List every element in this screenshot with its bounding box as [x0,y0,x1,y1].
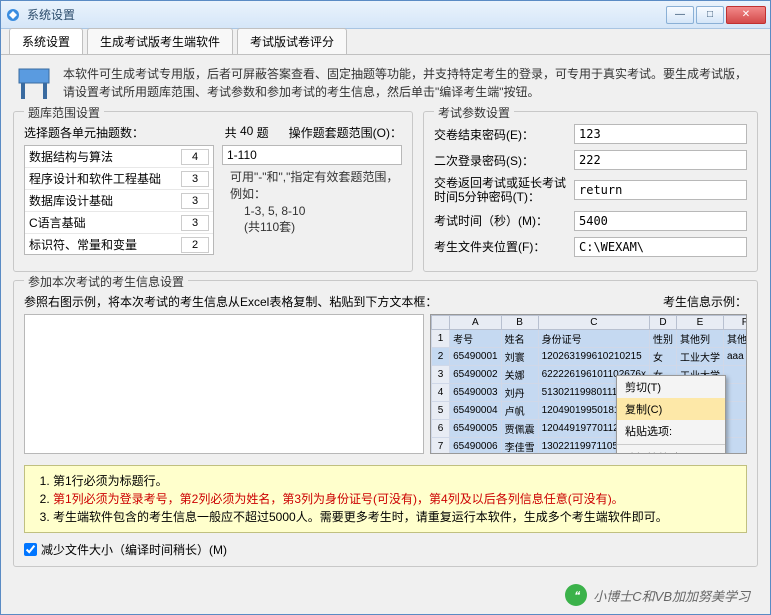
intro-block: 本软件可生成考试专用版，后者可屏蔽答案查看、固定抽题等功能，并支持特定考生的登录… [13,65,758,103]
select-count-label: 选择题各单元抽题数： [24,124,225,141]
tab-exam-scoring[interactable]: 考试版试卷评分 [237,28,347,54]
folder-label: 考生文件夹位置(F)： [434,238,574,255]
folder-input[interactable] [574,237,747,257]
list-item[interactable]: 数据库设计基础 [25,190,213,212]
end-pwd-input[interactable] [574,124,747,144]
close-button[interactable]: ✕ [726,6,766,24]
tab-generate-exam[interactable]: 生成考试版考生端软件 [87,28,233,54]
question-pool-fieldset: 题库范围设置 选择题各单元抽题数： 共 40 题 操作题套题范围(O)： 数据结… [13,111,413,272]
exam-params-fieldset: 考试参数设置 交卷结束密码(E)： 二次登录密码(S)： 交卷返回考试或延长考试… [423,111,758,272]
context-menu[interactable]: 剪切(T) 复制(C) 粘贴选项: 选择性粘贴(S)... 插入(I)... [616,375,726,454]
excel-example: ABCDEFG 1考号姓名身份证号性别其他列其他列2 265490001刘寰12… [430,314,747,454]
unit-count-input[interactable] [181,149,209,165]
titlebar: 系统设置 — □ ✕ [1,1,770,29]
op-range-label: 操作题套题范围(O)： [289,124,402,141]
end-pwd-label: 交卷结束密码(E)： [434,126,574,143]
extend-pwd-label: 交卷返回考试或延长考试时间5分钟密码(T)： [434,176,574,205]
relogin-pwd-label: 二次登录密码(S)： [434,152,574,169]
wechat-icon: ❝ [565,584,587,606]
op-range-input[interactable] [222,145,402,165]
tab-bar: 系统设置 生成考试版考生端软件 考试版试卷评分 [1,29,770,55]
minimize-button[interactable]: — [666,6,694,24]
list-item[interactable]: C语言基础 [25,212,213,234]
op-hint: 可用"-"和","指定有效套题范围，例如： 1-3, 5, 8-10 (共110… [222,169,402,236]
menu-cut[interactable]: 剪切(T) [617,376,725,398]
maximize-button[interactable]: □ [696,6,724,24]
params-legend: 考试参数设置 [434,104,514,121]
unit-count-input[interactable] [181,237,209,253]
menu-paste-special[interactable]: 选择性粘贴(S)... [617,447,725,454]
unit-count-input[interactable] [181,215,209,231]
window-title: 系统设置 [27,6,664,23]
tab-system-settings[interactable]: 系统设置 [9,28,83,54]
list-item[interactable]: 程序设计和软件工程基础 [25,168,213,190]
total-count: 40 [240,124,253,141]
app-icon [5,7,21,23]
list-item[interactable]: 数据结构与算法 [25,146,213,168]
cand-legend: 参加本次考试的考生信息设置 [24,273,188,290]
intro-text: 本软件可生成考试专用版，后者可屏蔽答案查看、固定抽题等功能，并支持特定考生的登录… [63,65,758,101]
menu-paste-options[interactable]: 粘贴选项: [617,420,725,442]
list-item[interactable]: 标识符、常量和变量 [25,234,213,255]
reduce-size-label: 减少文件大小（编译时间稍长）(M) [41,541,227,558]
unit-list[interactable]: 数据结构与算法 程序设计和软件工程基础 数据库设计基础 C语言基础 标识符、常量… [24,145,214,255]
pool-legend: 题库范围设置 [24,104,104,121]
candidate-fieldset: 参加本次考试的考生信息设置 参照右图示例，将本次考试的考生信息从Excel表格复… [13,280,758,567]
candidate-textarea[interactable] [24,314,424,454]
exam-time-input[interactable] [574,211,747,231]
unit-count-input[interactable] [181,193,209,209]
unit-count-input[interactable] [181,171,209,187]
extend-pwd-input[interactable] [574,180,747,200]
watermark: ❝ 小博士C和VB加加努美学习 [565,584,750,606]
menu-copy[interactable]: 复制(C) [617,398,725,420]
copy-hint: 参照右图示例，将本次考试的考生信息从Excel表格复制、粘贴到下方文本框： [24,293,437,310]
exam-time-label: 考试时间（秒）(M)： [434,212,574,229]
desk-icon [13,65,55,103]
example-label: 考生信息示例： [663,293,747,310]
relogin-pwd-input[interactable] [574,150,747,170]
notes-box: 第1行必须为标题行。 第1列必须为登录考号，第2列必须为姓名，第3列为身份证号(… [24,465,747,533]
reduce-size-checkbox[interactable] [24,543,37,556]
